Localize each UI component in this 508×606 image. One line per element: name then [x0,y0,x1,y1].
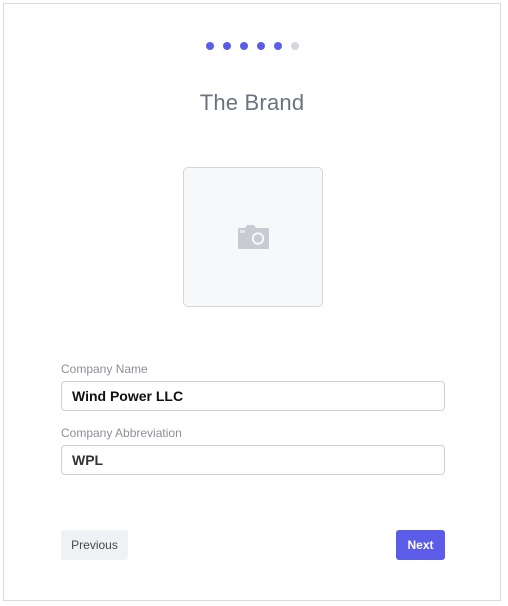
camera-icon [237,225,269,249]
wizard-card: The Brand Company Name Company Abbreviat… [3,3,501,601]
next-button[interactable]: Next [396,530,445,560]
page-title: The Brand [199,90,305,115]
step-dot-6 [290,42,299,50]
step-dot-4 [256,42,265,50]
company-name-input[interactable] [61,381,445,411]
step-dot-5 [273,42,282,50]
step-dot-1 [205,42,214,50]
company-abbreviation-label: Company Abbreviation [61,426,182,440]
previous-button[interactable]: Previous [61,530,128,560]
step-indicator [4,42,500,50]
step-dot-3 [239,42,248,50]
company-abbreviation-input[interactable] [61,445,445,475]
company-name-label: Company Name [61,362,148,376]
logo-upload[interactable] [183,167,323,307]
step-dot-2 [222,42,231,50]
